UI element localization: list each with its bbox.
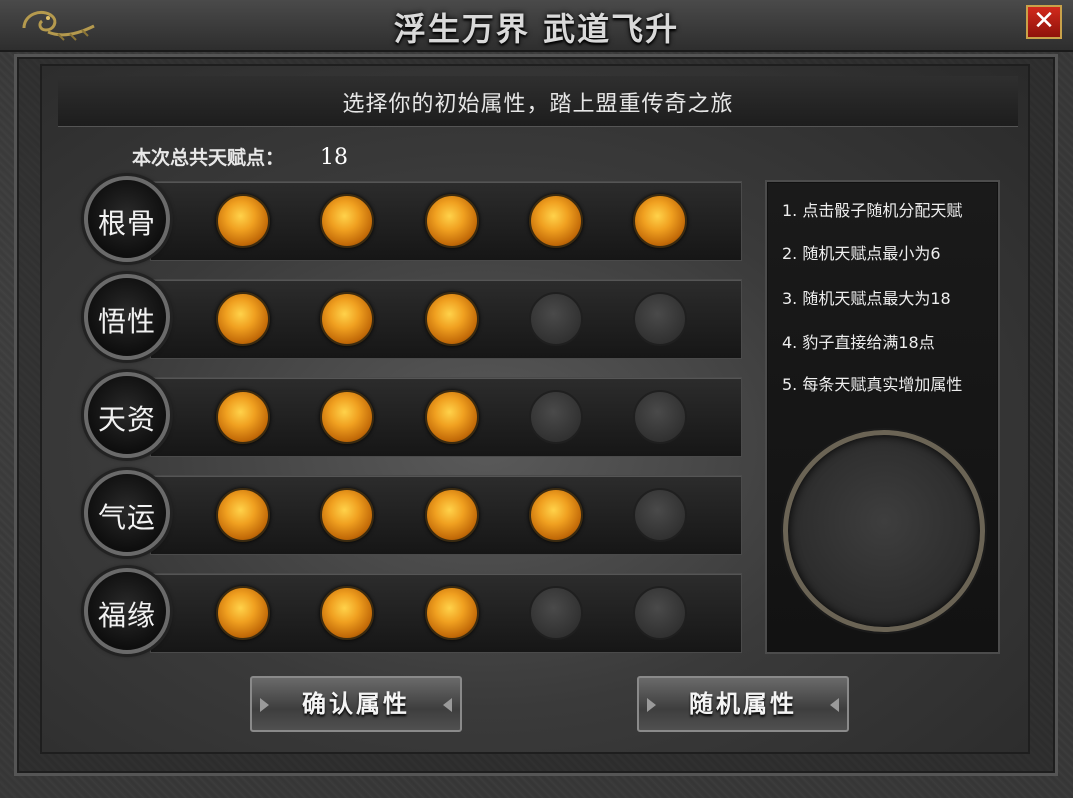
talent-orb-filled <box>320 586 374 640</box>
attribute-medal: 根骨 <box>84 176 170 262</box>
subtitle-bar: 选择你的初始属性，踏上盟重传奇之旅 <box>58 76 1018 127</box>
rule-text: 1. 点击骰子随机分配天赋 <box>782 201 963 220</box>
arrow-right-icon <box>647 698 656 712</box>
arrow-left-icon <box>830 698 839 712</box>
attribute-medal: 气运 <box>84 470 170 556</box>
arrow-left-icon <box>443 698 452 712</box>
talent-orb-filled <box>216 292 270 346</box>
talent-orb-filled <box>529 488 583 542</box>
attribute-label: 气运 <box>97 501 156 534</box>
talent-orb-filled <box>320 292 374 346</box>
talent-orb-empty <box>633 390 687 444</box>
confirm-button-label: 确认属性 <box>302 690 410 718</box>
total-points-value: 18 <box>320 145 348 170</box>
attribute-label: 悟性 <box>97 305 156 338</box>
dice-roll-area[interactable] <box>783 430 985 632</box>
rule-text: 2. 随机天赋点最小为6 <box>782 244 941 263</box>
talent-orb-filled <box>216 586 270 640</box>
attribute-medal: 悟性 <box>84 274 170 360</box>
talent-orb-filled <box>425 586 479 640</box>
random-button-label: 随机属性 <box>689 690 797 718</box>
game-window: 浮生万界 武道飞升 ✕ 选择你的初始属性，踏上盟重传奇之旅 本次总共天赋点： 1… <box>0 0 1073 798</box>
talent-orb-filled <box>320 194 374 248</box>
attribute-label: 福缘 <box>97 599 156 632</box>
attribute-medal: 天资 <box>84 372 170 458</box>
talent-orb-filled <box>216 488 270 542</box>
title-bar: 浮生万界 武道飞升 ✕ <box>0 0 1073 52</box>
total-points-label: 本次总共天赋点： <box>132 147 285 169</box>
confirm-attributes-button[interactable]: 确认属性 <box>250 676 462 732</box>
random-attributes-button[interactable]: 随机属性 <box>637 676 849 732</box>
talent-orb-filled <box>320 488 374 542</box>
talent-orb-empty <box>529 586 583 640</box>
subtitle: 选择你的初始属性，踏上盟重传奇之旅 <box>342 92 734 117</box>
talent-orb-filled <box>216 194 270 248</box>
attribute-label: 天资 <box>97 403 156 436</box>
talent-orb-filled <box>425 390 479 444</box>
talent-orb-filled <box>425 488 479 542</box>
talent-orb-empty <box>529 390 583 444</box>
talent-orb-empty <box>633 292 687 346</box>
attribute-label: 根骨 <box>97 207 156 240</box>
rule-text: 4. 豹子直接给满18点 <box>782 333 935 352</box>
rule-text: 3. 随机天赋点最大为18 <box>782 289 951 308</box>
talent-orb-filled <box>529 194 583 248</box>
attribute-medal: 福缘 <box>84 568 170 654</box>
talent-orb-filled <box>633 194 687 248</box>
close-button[interactable]: ✕ <box>1026 5 1062 39</box>
talent-orb-filled <box>320 390 374 444</box>
talent-orb-empty <box>529 292 583 346</box>
talent-orb-empty <box>633 586 687 640</box>
talent-orb-filled <box>216 390 270 444</box>
window-title: 浮生万界 武道飞升 <box>393 10 680 48</box>
talent-orb-filled <box>425 194 479 248</box>
arrow-right-icon <box>260 698 269 712</box>
talent-orb-empty <box>633 488 687 542</box>
rule-text: 5. 每条天赋真实增加属性 <box>782 375 963 394</box>
talent-orb-filled <box>425 292 479 346</box>
